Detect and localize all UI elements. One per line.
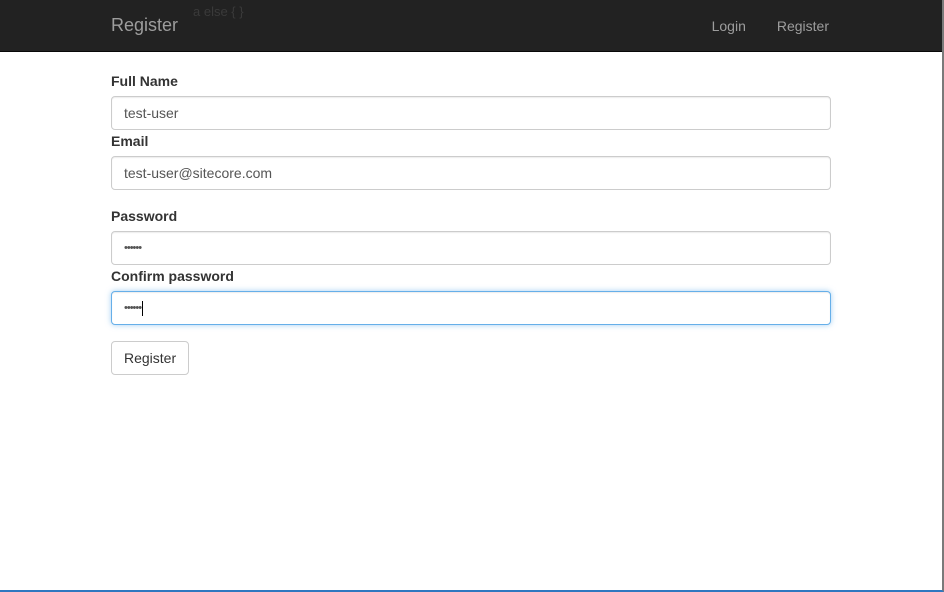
password-input[interactable]: •••••• bbox=[111, 231, 831, 265]
browser-window: Register a else { } Login Register Full … bbox=[0, 0, 944, 592]
register-form: Full Name test-user Email test-user@site… bbox=[111, 72, 831, 375]
password-value: •••••• bbox=[124, 242, 142, 254]
full-name-input[interactable]: test-user bbox=[111, 96, 831, 130]
text-caret bbox=[142, 300, 144, 316]
nav-login-link[interactable]: Login bbox=[681, 17, 746, 35]
email-label: Email bbox=[111, 133, 149, 149]
top-navbar: Register a else { } Login Register bbox=[0, 0, 942, 52]
overlay-text: a else { } bbox=[193, 4, 244, 19]
confirm-password-label: Confirm password bbox=[111, 268, 234, 284]
password-label: Password bbox=[111, 208, 178, 224]
navbar-links: Login Register bbox=[681, 17, 829, 35]
full-name-value: test-user bbox=[124, 105, 179, 121]
confirm-password-value: •••••• bbox=[124, 302, 142, 314]
email-value: test-user@sitecore.com bbox=[124, 165, 273, 181]
register-button[interactable]: Register bbox=[111, 341, 190, 375]
navbar-brand[interactable]: Register bbox=[111, 14, 178, 36]
full-name-label: Full Name bbox=[111, 73, 178, 89]
confirm-password-input[interactable]: •••••• bbox=[111, 291, 831, 325]
nav-register-link[interactable]: Register bbox=[746, 17, 829, 35]
email-input[interactable]: test-user@sitecore.com bbox=[111, 156, 831, 190]
